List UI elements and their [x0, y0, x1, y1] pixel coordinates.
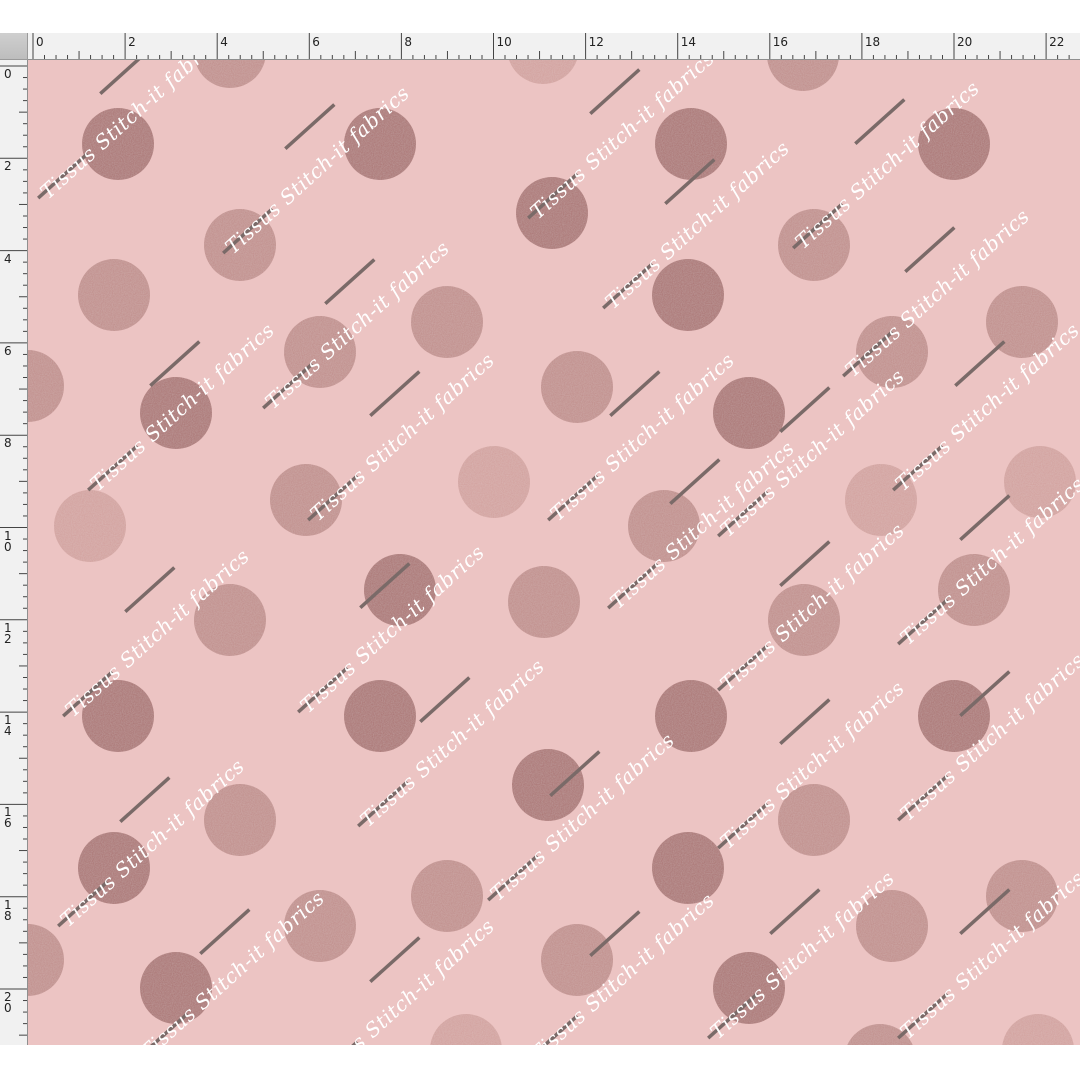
polka-dot: [713, 377, 785, 449]
watermark-needle-stroke: [419, 676, 471, 723]
ruler-label: 12: [4, 620, 12, 646]
ruler-label: 20: [957, 35, 973, 49]
watermark-needle-stroke: [779, 386, 831, 433]
bottom-margin: [0, 1045, 1080, 1080]
polka-dot: [458, 446, 530, 518]
watermark-stamp: Tissus Stitch-it fabrics: [85, 318, 279, 496]
watermark-needle-stroke: [324, 258, 376, 305]
polka-dot: [541, 351, 613, 423]
watermark-needle-stroke: [954, 340, 1006, 387]
fabric-pattern-artwork: Tissus Stitch-it fabricsTissus Stitch-it…: [28, 60, 1080, 1045]
polka-dot: [655, 108, 727, 180]
polka-dot: [430, 1014, 502, 1045]
ruler-label: 4: [4, 251, 12, 266]
ruler-vertical[interactable]: 0 2 4 6 8 10 12 14 16 18 20: [0, 60, 28, 1045]
polka-dot: [78, 259, 150, 331]
polka-dot: [508, 566, 580, 638]
polka-dot: [28, 924, 64, 996]
ruler-label: 16: [772, 35, 789, 49]
ruler-label: 10: [4, 528, 12, 554]
polka-dot: [344, 680, 416, 752]
watermark-needle-stroke: [199, 908, 251, 955]
watermark-text: Tissus Stitch-it fabrics: [85, 318, 279, 496]
watermark-needle-stroke: [284, 103, 336, 150]
ruler-horizontal[interactable]: 0 2 4 6 8 10 12 14 16 18 20 22: [28, 33, 1080, 60]
watermark-needle-stroke: [959, 494, 1011, 541]
watermark-layer: Tissus Stitch-it fabricsTissus Stitch-it…: [35, 60, 1080, 1045]
watermark-needle-stroke: [124, 566, 176, 613]
watermark-needle-stroke: [669, 458, 721, 505]
polka-dot: [767, 60, 839, 91]
ruler-horizontal-ticks: [32, 33, 1070, 59]
polka-dot: [411, 286, 483, 358]
polka-dot: [509, 60, 577, 84]
polka-dot: [1002, 1014, 1074, 1045]
watermark-stamp: Tissus Stitch-it fabrics: [135, 886, 329, 1045]
ruler-label: 18: [4, 897, 12, 923]
ruler-label: 20: [4, 990, 12, 1015]
polka-dot: [54, 490, 126, 562]
watermark-needle-stroke: [854, 98, 906, 145]
watermark-stamp: Tissus Stitch-it fabrics: [485, 728, 679, 906]
ruler-label: 2: [128, 35, 136, 49]
ruler-label: 10: [496, 35, 512, 49]
ruler-label: 14: [4, 713, 12, 739]
ruler-label: 12: [588, 35, 604, 49]
watermark-needle-stroke: [769, 888, 821, 935]
ruler-label: 18: [864, 35, 881, 49]
watermark-stamp: Tissus Stitch-it fabrics: [35, 60, 229, 204]
document-canvas[interactable]: Tissus Stitch-it fabricsTissus Stitch-it…: [28, 60, 1080, 1045]
polka-dot: [652, 832, 724, 904]
watermark-needle-stroke: [779, 698, 831, 745]
photoshop-canvas-window: 0 2 4 6 8 10 12 14 16 18 20 22 0 2 4 6 8 10 12 14 16 18 20 Ti…: [0, 0, 1080, 1080]
watermark-needle-stroke: [589, 68, 641, 115]
watermark-text: Tissus Stitch-it fabrics: [705, 866, 899, 1044]
watermark-needle-stroke: [779, 540, 831, 587]
watermark-needle-stroke: [904, 226, 956, 273]
ruler-label: 6: [312, 35, 320, 49]
ruler-origin-corner[interactable]: [0, 33, 28, 60]
polka-dot: [411, 860, 483, 932]
ruler-label: 22: [1049, 35, 1065, 49]
watermark-text: Tissus Stitch-it fabrics: [485, 728, 679, 906]
ruler-label: 0: [36, 35, 44, 49]
ruler-label: 6: [4, 343, 12, 358]
ruler-label: 16: [4, 805, 12, 831]
ruler-label: 8: [4, 436, 12, 451]
watermark-text: Tissus Stitch-it fabrics: [715, 518, 909, 696]
watermark-needle-stroke: [369, 936, 421, 983]
watermark-needle-stroke: [369, 370, 421, 417]
polka-dot: [28, 350, 64, 422]
ruler-label: 14: [680, 35, 696, 49]
ruler-label: 2: [4, 159, 12, 174]
watermark-text: Tissus Stitch-it fabrics: [895, 648, 1080, 826]
watermark-needle-stroke: [119, 776, 171, 823]
ruler-label: 0: [4, 67, 12, 81]
ruler-label: 4: [220, 35, 228, 49]
watermark-needle-stroke: [609, 370, 661, 417]
ruler-label: 8: [404, 35, 413, 49]
